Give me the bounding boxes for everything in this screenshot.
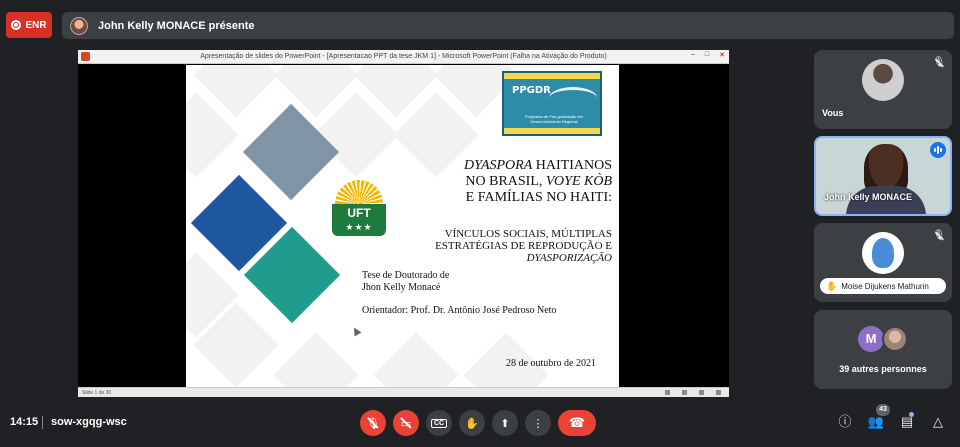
uft-logo-text: UFT: [347, 206, 371, 220]
ppgdr-logo-text: PPGDR: [512, 85, 551, 96]
ppt-slide-counter: Slide 1 de 30: [82, 389, 112, 396]
present-button[interactable]: ⬆: [492, 410, 518, 436]
ppgdr-building-icon: [549, 87, 597, 109]
record-icon: [11, 20, 22, 30]
participant-name: Moise Dijukens Mathurin: [841, 281, 929, 291]
avatar: M: [858, 326, 884, 352]
uft-stars-icon: ★★★: [345, 222, 373, 232]
slide-bg-shape: [273, 332, 359, 387]
slide-date: 28 de outubro de 2021: [506, 358, 596, 369]
slide-thesis-line: Tese de Doutorado de: [362, 270, 450, 281]
minimize-icon: –: [690, 51, 695, 58]
recording-badge[interactable]: ENR: [6, 12, 52, 38]
recording-label: ENR: [25, 19, 47, 31]
activities-icon: △: [933, 414, 943, 429]
meeting-details-button[interactable]: ⓘ: [836, 413, 854, 431]
prev-slide-icon: [665, 390, 670, 395]
more-options-button[interactable]: ⋮: [525, 410, 551, 436]
hangup-icon: ☎: [568, 415, 586, 430]
present-icon: ⬆: [500, 417, 510, 430]
raise-hand-button[interactable]: ✋: [459, 410, 485, 436]
avatar: [862, 232, 904, 274]
avatar: [862, 59, 904, 101]
camera-toggle-button[interactable]: ▭: [393, 410, 419, 436]
shared-screen: Apresentação de slides do PowerPoint - […: [78, 50, 729, 397]
slide-author-name: Jhon Kelly Monacé: [362, 282, 441, 293]
participant-name: Vous: [822, 108, 844, 118]
ppgdr-logo-subtitle: Programa de Pós-graduação em Desenvolvim…: [524, 114, 584, 124]
next-slide-icon: [716, 390, 721, 395]
camera-icon: ▭: [400, 417, 412, 430]
raised-hand-icon: ✋: [826, 280, 838, 291]
hand-icon: ✋: [465, 417, 479, 430]
participant-tile-john[interactable]: John Kelly MONACE: [814, 136, 952, 216]
slide-subtitle: VÍNCULOS SOCIAIS, MÚLTIPLAS ESTRATÉGIAS …: [398, 228, 612, 264]
participant-tile-others[interactable]: M 39 autres personnes: [814, 310, 952, 389]
menu-icon: [699, 390, 704, 395]
activities-button[interactable]: △: [929, 413, 947, 431]
speaking-indicator-icon: [930, 142, 946, 158]
ppt-window-titlebar: Apresentação de slides do PowerPoint - […: [78, 50, 729, 64]
more-vert-icon: ⋮: [532, 417, 544, 430]
slide-title-word: HAITIANOS: [532, 158, 612, 173]
slide-advisor: Orientador: Prof. Dr. Antônio José Pedro…: [362, 305, 557, 316]
slide-thesis-author: Tese de Doutorado de Jhon Kelly Monacé: [362, 270, 449, 294]
slide-subtitle-line: VÍNCULOS SOCIAIS, MÚLTIPLAS: [444, 228, 612, 240]
powerpoint-icon: [81, 52, 90, 61]
people-count-badge: 43: [876, 404, 890, 416]
slide-title-word: NO BRASIL,: [465, 174, 546, 189]
window-controls: – □ ✕: [691, 51, 725, 59]
presenter-banner: John Kelly MONACE présente: [62, 12, 954, 39]
divider: [42, 416, 43, 429]
pen-icon: [682, 390, 687, 395]
close-icon: ✕: [719, 52, 725, 59]
presenter-text: John Kelly MONACE présente: [98, 19, 255, 32]
avatar: [882, 326, 908, 352]
ppgdr-logo: PPGDR Programa de Pós-graduação em Desen…: [502, 71, 602, 136]
participant-name: John Kelly MONACE: [824, 192, 913, 202]
presenter-avatar: [70, 16, 88, 35]
chat-notification-dot: [909, 412, 914, 417]
clock: 14:15: [10, 416, 39, 428]
mic-off-icon: 🎙: [932, 57, 946, 68]
ppgdr-logo-stripe: [504, 73, 600, 79]
uft-logo: UFT ★★★: [326, 180, 392, 248]
meeting-code: sow-xgqg-wsc: [51, 416, 127, 428]
maximize-icon: □: [704, 51, 710, 58]
info-icon: ⓘ: [838, 414, 852, 429]
meet-window: ENR John Kelly MONACE présente Apresenta…: [0, 0, 960, 447]
participant-tile-moise[interactable]: 🎙 ✋ Moise Dijukens Mathurin: [814, 223, 952, 302]
ppt-status-icons: [665, 390, 721, 395]
ppgdr-logo-stripe: [504, 128, 600, 134]
slide-title-line: E FAMÍLIAS NO HAITI:: [465, 190, 612, 205]
captions-icon: CC: [430, 418, 448, 428]
slide-subtitle-line: ESTRATÉGIAS DE REPRODUÇÃO E: [435, 240, 612, 252]
slide-bg-shape: [373, 332, 459, 387]
mouse-cursor-icon: [350, 325, 362, 337]
presentation-slide: PPGDR Programa de Pós-graduação em Desen…: [186, 65, 619, 387]
people-icon: 👥: [867, 414, 885, 429]
leave-call-button[interactable]: ☎: [558, 410, 596, 436]
participant-tile-you[interactable]: 🎙 Vous: [814, 50, 952, 129]
uft-sun-icon: [335, 180, 383, 204]
participant-name-pill: ✋ Moise Dijukens Mathurin: [820, 278, 946, 294]
uft-shield: UFT ★★★: [332, 204, 386, 236]
slide-title-word: DYASPORA: [464, 158, 533, 173]
slide-title: DYASPORA HAITIANOS NO BRASIL, VOYE KÒB E…: [406, 158, 612, 206]
captions-button[interactable]: CC: [426, 410, 452, 436]
mic-off-icon: 🎙: [932, 230, 946, 241]
others-count: 39 autres personnes: [839, 364, 927, 374]
mic-toggle-button[interactable]: 🎙: [360, 410, 386, 436]
slide-subtitle-line: DYASPORIZAÇÃO: [526, 252, 612, 264]
ppt-window-title: Apresentação de slides do PowerPoint - […: [200, 53, 607, 60]
ppt-status-bar: Slide 1 de 30: [78, 387, 729, 397]
slide-title-word: VOYE KÒB: [545, 174, 612, 189]
mic-icon: 🎙: [366, 417, 380, 430]
slide-diamond-gray: [242, 103, 340, 201]
